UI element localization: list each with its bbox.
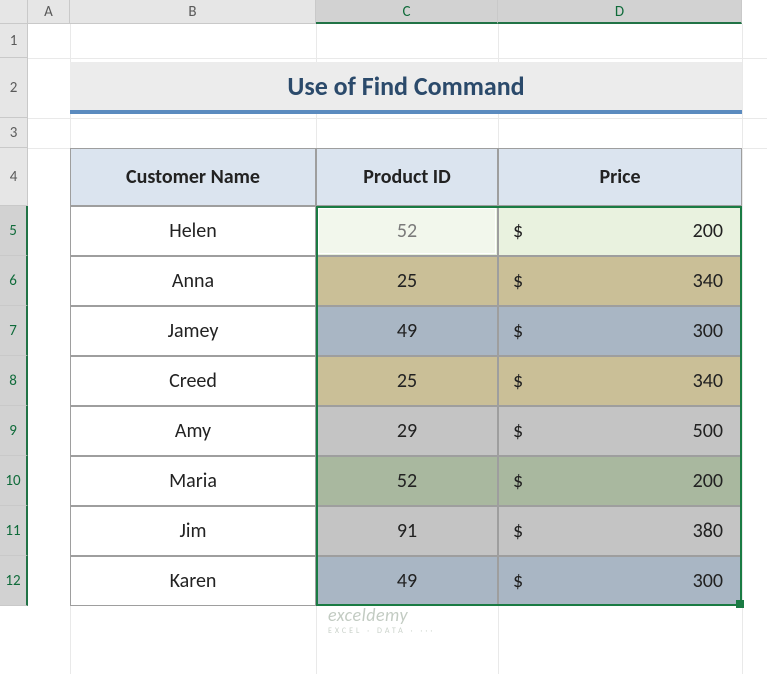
watermark: exceldemy EXCEL · DATA · ··· [328, 604, 435, 636]
row-header-8[interactable]: 8 [0, 356, 28, 406]
currency-symbol: $ [513, 569, 523, 593]
currency-symbol: $ [513, 419, 523, 443]
row-header-11[interactable]: 11 [0, 506, 28, 556]
header-customer-name: Customer Name [70, 148, 316, 206]
select-all-corner[interactable] [0, 0, 28, 24]
row-header-3[interactable]: 3 [0, 118, 28, 148]
cell-price[interactable]: $340 [498, 356, 742, 406]
column-headers: A B C D [0, 0, 767, 24]
cell-product-id[interactable]: 29 [316, 406, 498, 456]
col-header-D[interactable]: D [498, 0, 742, 24]
cell-customer-name[interactable]: Jamey [70, 306, 316, 356]
cell-customer-name[interactable]: Creed [70, 356, 316, 406]
row-header-10[interactable]: 10 [0, 456, 28, 506]
row-headers: 1 2 3 4 5 6 7 8 9 10 11 12 [0, 24, 28, 606]
table-row: Anna25$340 [70, 256, 742, 306]
cell-price[interactable]: $200 [498, 206, 742, 256]
price-value: 340 [693, 269, 723, 293]
cell-product-id[interactable]: 91 [316, 506, 498, 556]
cell-price[interactable]: $500 [498, 406, 742, 456]
currency-symbol: $ [513, 469, 523, 493]
cell-customer-name[interactable]: Karen [70, 556, 316, 606]
watermark-text: exceldemy [328, 604, 408, 626]
row-header-5[interactable]: 5 [0, 206, 28, 256]
spreadsheet: A B C D 1 2 3 4 5 6 7 8 9 10 11 12 Use o… [0, 0, 767, 674]
table-row: Karen49$300 [70, 556, 742, 606]
price-value: 300 [693, 569, 723, 593]
cell-product-id[interactable]: 52 [316, 206, 498, 256]
cell-price[interactable]: $340 [498, 256, 742, 306]
row-header-1[interactable]: 1 [0, 24, 28, 58]
row-header-4[interactable]: 4 [0, 148, 28, 206]
currency-symbol: $ [513, 369, 523, 393]
cell-product-id[interactable]: 25 [316, 356, 498, 406]
table-row: Jamey49$300 [70, 306, 742, 356]
price-value: 340 [693, 369, 723, 393]
cell-product-id[interactable]: 52 [316, 456, 498, 506]
price-value: 500 [693, 419, 723, 443]
cell-customer-name[interactable]: Helen [70, 206, 316, 256]
watermark-subtext: EXCEL · DATA · ··· [328, 626, 435, 636]
price-value: 300 [693, 319, 723, 343]
cell-customer-name[interactable]: Amy [70, 406, 316, 456]
table-row: Creed25$340 [70, 356, 742, 406]
currency-symbol: $ [513, 219, 523, 243]
row-header-6[interactable]: 6 [0, 256, 28, 306]
cell-customer-name[interactable]: Jim [70, 506, 316, 556]
grid-area[interactable]: Use of Find Command Customer Name Produc… [28, 24, 767, 674]
data-table: Customer Name Product ID Price Helen52$2… [70, 148, 742, 606]
row-header-7[interactable]: 7 [0, 306, 28, 356]
cell-price[interactable]: $200 [498, 456, 742, 506]
table-header-row: Customer Name Product ID Price [70, 148, 742, 206]
price-value: 200 [693, 219, 723, 243]
header-price: Price [498, 148, 742, 206]
currency-symbol: $ [513, 319, 523, 343]
cell-product-id[interactable]: 49 [316, 306, 498, 356]
col-header-A[interactable]: A [28, 0, 70, 24]
table-row: Amy29$500 [70, 406, 742, 456]
cell-customer-name[interactable]: Maria [70, 456, 316, 506]
table-row: Maria52$200 [70, 456, 742, 506]
cell-product-id[interactable]: 49 [316, 556, 498, 606]
cell-price[interactable]: $300 [498, 306, 742, 356]
col-header-C[interactable]: C [316, 0, 498, 24]
table-row: Jim91$380 [70, 506, 742, 556]
currency-symbol: $ [513, 269, 523, 293]
price-value: 380 [693, 519, 723, 543]
cell-price[interactable]: $300 [498, 556, 742, 606]
row-header-12[interactable]: 12 [0, 556, 28, 606]
cell-product-id[interactable]: 25 [316, 256, 498, 306]
page-title: Use of Find Command [70, 62, 742, 114]
price-value: 200 [693, 469, 723, 493]
cell-price[interactable]: $380 [498, 506, 742, 556]
row-header-9[interactable]: 9 [0, 406, 28, 456]
col-header-B[interactable]: B [70, 0, 316, 24]
currency-symbol: $ [513, 519, 523, 543]
header-product-id: Product ID [316, 148, 498, 206]
row-header-2[interactable]: 2 [0, 58, 28, 118]
table-row: Helen52$200 [70, 206, 742, 256]
cell-customer-name[interactable]: Anna [70, 256, 316, 306]
